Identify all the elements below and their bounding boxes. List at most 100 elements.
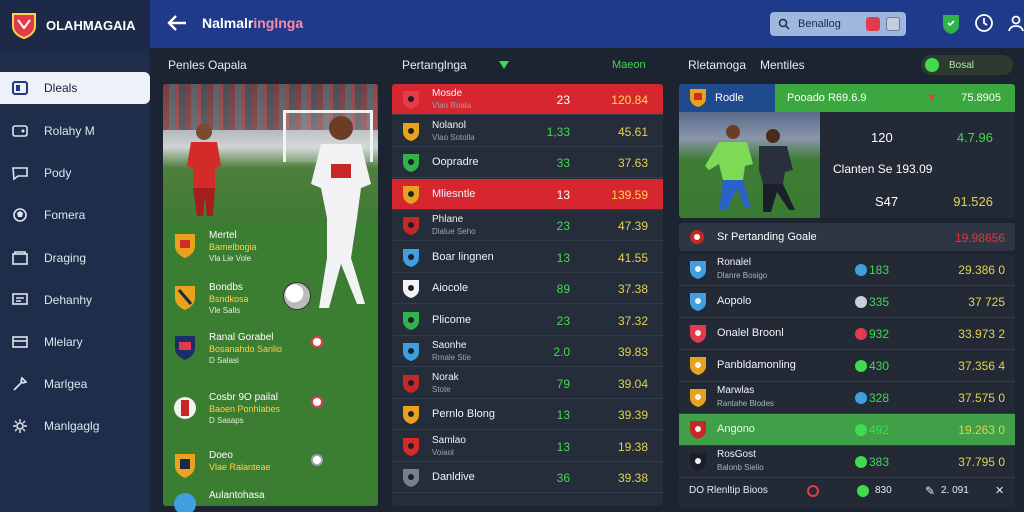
player-dark-figure: [759, 129, 795, 212]
status-icon: [855, 360, 867, 372]
sidebar-item-marlgea[interactable]: Marlgea: [0, 368, 150, 400]
status-icon: [855, 424, 867, 436]
row-name: Pernlo Blong: [432, 408, 495, 420]
table-row[interactable]: Aopolo 335 37 725: [679, 286, 1015, 318]
row-name: Ronalel: [717, 257, 751, 268]
row-value-2: 47.39: [617, 219, 648, 233]
card-icon: [10, 334, 30, 350]
table-row[interactable]: Oopradre 33 37.63: [392, 147, 663, 178]
table-row[interactable]: Mliesntle 13 139.59: [392, 178, 663, 210]
football-ball: [283, 282, 311, 310]
player-row-subtitle: Bsndkosa: [209, 294, 249, 304]
clock-icon[interactable]: [974, 13, 994, 33]
location-pin-icon[interactable]: [311, 336, 323, 348]
table-row[interactable]: Nolanol Vlao Sotolla 1,33 45.61: [392, 116, 663, 147]
player-row-title: Ranal Gorabel: [209, 332, 274, 343]
table-row[interactable]: Pernlo Blong 13 39.39: [392, 399, 663, 430]
back-arrow-icon[interactable]: [166, 12, 188, 34]
table-row[interactable]: Saonhe Rmale Stie 2.0 39.83: [392, 336, 663, 367]
row-subtitle: Dlanre Bosigo: [717, 271, 768, 280]
sidebar-item-rolahy[interactable]: Rolahy M: [0, 115, 150, 147]
tools-icon: [10, 376, 30, 392]
club-badge-icon: [174, 397, 196, 419]
row-name: Samlao: [432, 434, 466, 446]
sidebar-item-manlgaglg[interactable]: Manlgaglg: [0, 410, 150, 442]
player-row-title: Aulantohasa: [209, 490, 265, 501]
row-name: Nolanol: [432, 119, 466, 131]
table-row[interactable]: Norak Stote 79 39.04: [392, 368, 663, 399]
ranking-footer: DO Rlenltip Bioos 830 ✎ 2. 091 ✕: [679, 480, 1015, 504]
table-row[interactable]: Boar lingnen 13 41.55: [392, 242, 663, 273]
club-badge-icon: [175, 234, 195, 258]
ranking-header-value: 19.98656: [954, 231, 1005, 245]
sidebar-item-draging[interactable]: Draging: [0, 242, 150, 274]
table-row[interactable]: Samlao Voiaol 13 19.38: [392, 431, 663, 462]
row-name: Onalel Broonl: [717, 327, 784, 339]
row-subtitle: Rmale Stie: [432, 353, 472, 362]
row-value-1: 23: [556, 93, 570, 107]
player-row-meta: D Sasaps: [209, 416, 244, 425]
table-row[interactable]: Aiocole 89 37.38: [392, 273, 663, 304]
table-row[interactable]: Plicome 23 37.32: [392, 305, 663, 336]
featured-match-card[interactable]: Rodle Pooado R69.6.9 ▼ 75.8905 120 4.7.9…: [679, 84, 1015, 218]
user-icon[interactable]: [1006, 13, 1024, 33]
location-pin-icon[interactable]: [311, 454, 323, 466]
shield-icon[interactable]: [942, 13, 960, 35]
sidebar-item-pody[interactable]: Pody: [0, 157, 150, 189]
filter-icon[interactable]: [886, 17, 900, 31]
row-value-2: 139.59: [611, 187, 648, 202]
sidebar-item-dleals[interactable]: Dleals: [0, 72, 150, 104]
sidebar-item-label: Rolahy M: [44, 124, 95, 138]
sidebar-item-label: Marlgea: [44, 377, 88, 391]
location-pin-icon[interactable]: [311, 396, 323, 408]
club-badge-icon: [175, 286, 195, 310]
player-list-item[interactable]: Ranal Gorabel Bosanahdo Sarilio D Salasi: [173, 330, 373, 380]
row-value-1: 13: [556, 408, 570, 422]
player-list-item[interactable]: Cosbr 9O pailal Baoen Ponhlabes D Sasaps: [173, 390, 373, 440]
alert-icon[interactable]: [807, 485, 819, 497]
sidebar-item-dehanhy[interactable]: Dehanhy: [0, 284, 150, 316]
toggle-switch[interactable]: Bosal: [921, 55, 1013, 75]
pin-icon[interactable]: ✎: [925, 484, 935, 498]
brand[interactable]: OLAHMAGAIA: [0, 0, 150, 50]
club-crest-icon: [12, 13, 36, 39]
close-icon[interactable]: ✕: [995, 484, 1004, 497]
table-row[interactable]: Danldive 36 39.38: [392, 462, 663, 493]
player-list-item[interactable]: Aulantohasa: [173, 488, 373, 512]
toggle-knob: [925, 58, 939, 72]
chevron-down-icon[interactable]: [499, 61, 509, 69]
row-name: Marwlas: [717, 385, 755, 396]
table-row[interactable]: Phlane Dlalue Seho 23 47.39: [392, 210, 663, 241]
top-bar: Nalmalringlnga Benallog: [150, 0, 1024, 48]
club-badge-icon: [403, 406, 419, 424]
table-row[interactable]: Panbldamonling 430 37.356 4: [679, 350, 1015, 382]
table-row[interactable]: Angono 492 19.263 0: [679, 414, 1015, 446]
sidebar-item-label: Draging: [44, 251, 87, 265]
ranking-header-label: Sr Pertanding Goale: [717, 231, 817, 243]
sidebar-item-mlelary[interactable]: Mlelary: [0, 326, 150, 358]
table-row[interactable]: RosGost Balonb Sielio 383 37.795 0: [679, 446, 1015, 478]
player-row-meta: Vla Lie Vole: [209, 254, 252, 263]
table-row[interactable]: Ronalel Dlanre Bosigo 183 29.386 0: [679, 254, 1015, 286]
table-row[interactable]: Mosde Vlao Roala 23 120.84: [392, 84, 663, 115]
wallet-icon: [10, 123, 30, 139]
section-title-right-extra[interactable]: Mentiles: [760, 58, 805, 72]
table-row[interactable]: Onalel Broonl 932 33.973 2: [679, 318, 1015, 350]
row-value-1: 383: [869, 455, 890, 469]
table-row[interactable]: Marwlas Rantahe Blodes 328 37.575 0: [679, 382, 1015, 414]
row-name: Plicome: [432, 313, 472, 326]
section-title-middle: Pertanglnga: [402, 58, 467, 72]
row-name: Angono: [717, 423, 755, 435]
status-icon: [855, 392, 867, 404]
club-badge-icon: [690, 261, 706, 279]
ranking-header[interactable]: Sr Pertanding Goale 19.98656: [679, 223, 1015, 251]
row-value-1: 335: [869, 295, 890, 309]
section-filter-middle[interactable]: Maeon: [612, 59, 646, 71]
footer-value-c: 2. 091: [941, 485, 969, 496]
sidebar-item-label: Manlgaglg: [44, 419, 100, 433]
record-icon[interactable]: [866, 17, 880, 31]
search-value: Benallog: [798, 18, 841, 30]
row-subtitle: Rantahe Blodes: [717, 399, 774, 408]
search-input[interactable]: Benallog: [770, 12, 906, 36]
sidebar-item-fomera[interactable]: Fomera: [0, 199, 150, 231]
